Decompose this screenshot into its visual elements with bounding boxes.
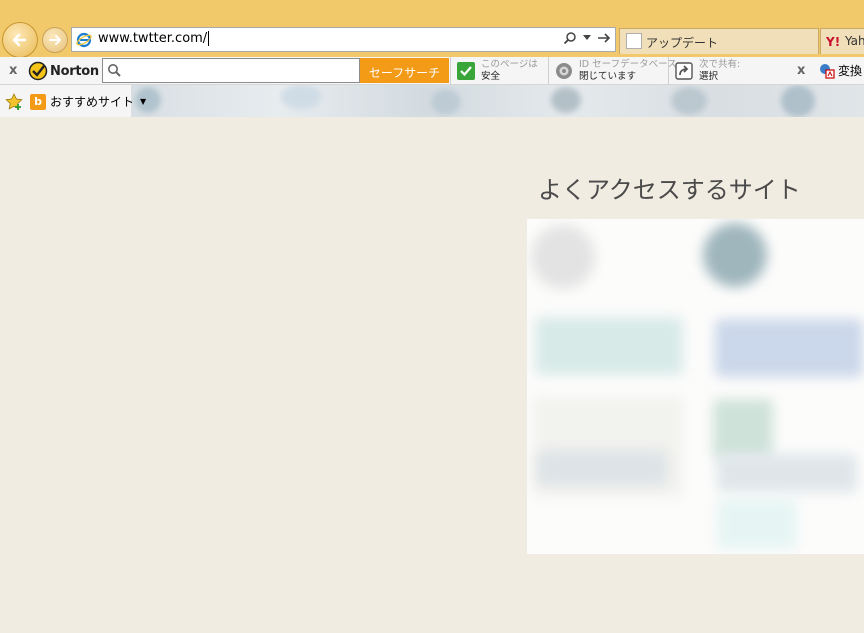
search-icon — [108, 64, 121, 77]
site-tile[interactable] — [717, 499, 797, 549]
norton-check-icon — [28, 61, 48, 81]
identity-safe-status[interactable]: ID セーフデータベース 閉じています — [548, 57, 677, 85]
search-icon[interactable] — [563, 31, 577, 45]
tab-update[interactable]: アップデート — [619, 28, 819, 54]
site-tile[interactable] — [713, 399, 773, 459]
ie-logo-icon — [76, 32, 92, 48]
site-tile[interactable] — [715, 319, 863, 377]
close-share-icon[interactable]: x — [797, 63, 805, 78]
back-arrow-icon — [12, 33, 27, 47]
site-tile[interactable] — [537, 451, 667, 485]
yahoo-logo-icon: Y! — [826, 35, 841, 49]
dropdown-arrow-icon[interactable] — [583, 35, 591, 41]
forward-arrow-icon — [49, 35, 61, 45]
safe-search-button[interactable]: セーフサーチ — [360, 58, 449, 83]
norton-logo: Norton — [28, 59, 99, 83]
back-button[interactable] — [2, 22, 38, 58]
tab-label: Yah — [845, 34, 864, 48]
favorites-star-icon[interactable] — [5, 93, 23, 111]
identity-safe-icon — [555, 62, 573, 80]
close-toolbar-icon[interactable]: x — [9, 63, 17, 78]
address-bar[interactable]: www.twtter.com/ — [71, 27, 616, 52]
frequent-sites-grid — [527, 219, 864, 554]
share-button[interactable]: 次で共有: 選択 — [668, 57, 760, 85]
convert-button[interactable]: 変換 — [819, 62, 862, 79]
site-tile[interactable] — [531, 225, 595, 289]
norton-toolbar: x Norton セーフサーチ このページは 安全 ID セーフデータベース 閉じて… — [0, 57, 864, 85]
page-safety-status[interactable]: このページは 安全 — [450, 57, 548, 85]
suggested-sites-button[interactable]: b おすすめサイト ▼ — [30, 93, 146, 110]
share-icon — [675, 62, 693, 80]
norton-search-input[interactable] — [102, 58, 360, 83]
go-arrow-icon[interactable] — [597, 32, 611, 44]
site-tile[interactable] — [703, 223, 767, 287]
safe-check-icon — [457, 62, 475, 80]
chevron-down-icon: ▼ — [140, 97, 147, 106]
url-text[interactable]: www.twtter.com/ — [98, 31, 210, 46]
text-caret — [208, 31, 210, 46]
bing-icon: b — [30, 93, 46, 110]
tab-yahoo[interactable]: Y! Yah — [820, 28, 864, 54]
tab-label: アップデート — [646, 36, 719, 50]
forward-button[interactable] — [42, 27, 68, 53]
blurred-page-preview — [131, 85, 864, 117]
blank-page-icon — [626, 33, 642, 49]
site-tile[interactable] — [717, 454, 857, 492]
site-tile[interactable] — [535, 317, 683, 375]
convert-pdf-icon — [820, 63, 835, 79]
frequent-sites-title: よくアクセスするサイト — [538, 176, 801, 204]
